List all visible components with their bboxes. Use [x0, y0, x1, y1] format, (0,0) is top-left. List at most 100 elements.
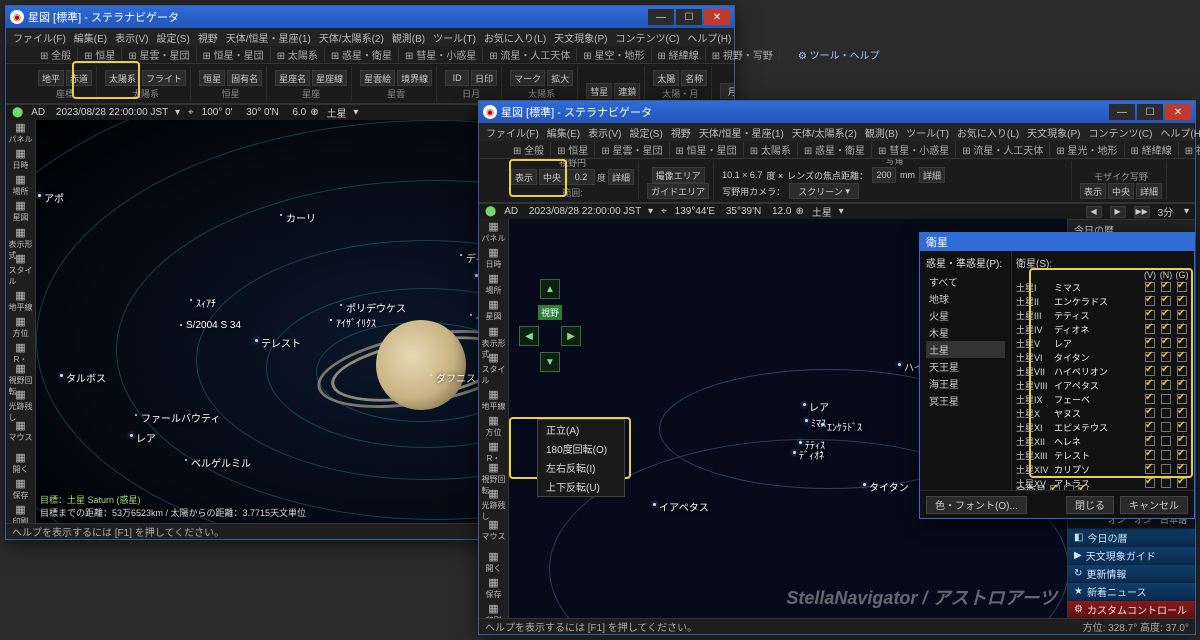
dock-パネル[interactable]: ▦パネル: [482, 221, 506, 245]
planet-item[interactable]: 冥王星: [926, 392, 1005, 409]
ribbon-button[interactable]: 恒星: [199, 70, 225, 86]
time-fwd-button[interactable]: ▶▶: [1134, 206, 1150, 218]
dock-場所[interactable]: ▦場所: [9, 174, 33, 198]
menubar2-item[interactable]: 視野: [668, 125, 694, 140]
menubar2-item[interactable]: お気に入り(L): [954, 125, 1022, 140]
dialog-close-button[interactable]: 閉じる: [1066, 496, 1114, 514]
ribbon-button[interactable]: ID: [445, 70, 469, 86]
menubar1-item[interactable]: 天文現象(P): [551, 30, 610, 45]
ribbon-tab[interactable]: ⊞ 恒星: [551, 142, 595, 157]
mosaic-button[interactable]: 中央: [1108, 183, 1134, 199]
dock-方位[interactable]: ▦方位: [9, 316, 33, 340]
menubar2-item[interactable]: 設定(S): [626, 125, 665, 140]
close-button[interactable]: ✕: [1165, 104, 1191, 120]
menubar1-item[interactable]: ヘルプ(H): [684, 30, 734, 45]
ribbon-button[interactable]: マーク: [510, 70, 545, 86]
planet-item[interactable]: 天王星: [926, 358, 1005, 375]
ribbon-tab[interactable]: ⊞ 視野・写野: [706, 47, 780, 62]
ribbon-tab[interactable]: ⊞ 流星・人工天体: [956, 142, 1050, 157]
dock-光跡残し[interactable]: ▦光跡残し: [482, 493, 506, 517]
shot-detail-button[interactable]: 詳細: [919, 167, 945, 183]
ribbon-button[interactable]: 星座名: [275, 70, 310, 86]
menubar1-item[interactable]: 観測(B): [389, 30, 428, 45]
dock-光跡残し[interactable]: ▦光跡残し: [9, 394, 33, 418]
ribbon-tab[interactable]: ⊞ 太陽系: [744, 142, 798, 157]
fov-range-input[interactable]: 0.2: [567, 169, 595, 185]
fov-detail-button[interactable]: 詳細: [608, 169, 634, 185]
dock-方位[interactable]: ▦方位: [482, 415, 506, 439]
ribbon-tab[interactable]: ⊞ 恒星・星団: [670, 142, 744, 157]
ribbon-tab[interactable]: ⊞ 視野・写野: [1179, 142, 1200, 157]
moon-row[interactable]: 土星XIIヘレネ: [1016, 434, 1190, 448]
mosaic-button[interactable]: 詳細: [1136, 183, 1162, 199]
ribbon-tab[interactable]: ⊞ 星空・地形: [577, 47, 651, 62]
time-back-button[interactable]: ◀: [1086, 206, 1102, 218]
panel-link-news[interactable]: ★新着ニュース: [1068, 582, 1195, 600]
fov-center-button[interactable]: 中央: [539, 169, 565, 185]
tool-help-tab[interactable]: ⚙ ツール・ヘルプ: [792, 47, 886, 62]
ribbon-tab[interactable]: ⊞ 経緯線: [1125, 142, 1179, 157]
menubar2-item[interactable]: 観測(B): [862, 125, 901, 140]
moon-row[interactable]: 土星VIタイタン: [1016, 350, 1190, 364]
menubar1-item[interactable]: 編集(E): [71, 30, 110, 45]
menubar1-item[interactable]: 表示(V): [112, 30, 151, 45]
dock-マウス[interactable]: ▦マウス: [9, 420, 33, 444]
moon-row[interactable]: 土星IXフェーベ: [1016, 392, 1190, 406]
moon-row[interactable]: 土星XIIIテレスト: [1016, 448, 1190, 462]
planet-item[interactable]: 木星: [926, 324, 1005, 341]
menubar2-item[interactable]: コンテンツ(C): [1086, 125, 1156, 140]
nav-up-button[interactable]: ▲: [540, 279, 560, 299]
ribbon-tab[interactable]: ⊞ 恒星: [78, 47, 122, 62]
close-button[interactable]: ✕: [704, 9, 730, 25]
ribbon-tab[interactable]: ⊞ 太陽系: [271, 47, 325, 62]
time-play-button[interactable]: ▶: [1110, 206, 1126, 218]
ribbon-tab[interactable]: ⊞ 彗星・小惑星: [399, 47, 483, 62]
lens-mm-input[interactable]: 200: [872, 167, 896, 183]
target-body[interactable]: 土星: [812, 204, 832, 219]
rotation-menu-item[interactable]: 左右反転(I): [538, 458, 624, 477]
ribbon-button[interactable]: 名称: [681, 70, 707, 86]
panel-link-custom[interactable]: ⚙カスタムコントロール: [1068, 600, 1195, 618]
menubar1-item[interactable]: コンテンツ(C): [613, 30, 683, 45]
nav-right-button[interactable]: ▶: [561, 326, 581, 346]
planet-item[interactable]: すべて: [926, 273, 1005, 290]
minimize-button[interactable]: —: [648, 9, 674, 25]
moon-row[interactable]: 土星IIエンケラドス: [1016, 294, 1190, 308]
panel-link-calendar[interactable]: ◧今日の暦: [1068, 528, 1195, 546]
target-body[interactable]: 土星: [327, 105, 347, 120]
dock-星図[interactable]: ▦星図: [482, 299, 506, 323]
dock-日時[interactable]: ▦日時: [9, 148, 33, 172]
dock-地平線[interactable]: ▦地平線: [482, 389, 506, 413]
ribbon-button[interactable]: 日印: [471, 70, 497, 86]
ribbon-button[interactable]: 星雲絵: [360, 70, 395, 86]
fov-show-button[interactable]: 表示: [511, 169, 537, 185]
ribbon-button[interactable]: 赤道: [66, 70, 92, 86]
dock-スタイル[interactable]: ▦スタイル: [9, 258, 33, 282]
menubar2-item[interactable]: ファイル(F): [483, 125, 542, 140]
camera-select[interactable]: スクリーン ▾: [789, 183, 859, 199]
menubar1-item[interactable]: 天体/太陽系(2): [316, 30, 387, 45]
ribbon-tab[interactable]: ⊞ 惑星・衛星: [798, 142, 872, 157]
moon-row[interactable]: 土星VIIハイペリオン: [1016, 364, 1190, 378]
datetime[interactable]: 2023/08/28 22:00:00 JST: [56, 107, 168, 118]
dock-開く[interactable]: ▦開く: [9, 452, 33, 476]
menubar1-item[interactable]: ファイル(F): [10, 30, 69, 45]
ribbon-tab[interactable]: ⊞ 星光・地形: [1050, 142, 1124, 157]
planet-item[interactable]: 海王星: [926, 375, 1005, 392]
menubar1-item[interactable]: ツール(T): [430, 30, 479, 45]
ribbon-tab[interactable]: ⊞ 恒星・星団: [197, 47, 271, 62]
planet-item[interactable]: 土星: [926, 341, 1005, 358]
menubar1-item[interactable]: 天体/恒星・星座(1): [223, 30, 314, 45]
ribbon-tab[interactable]: ⊞ 流星・人工天体: [483, 47, 577, 62]
ribbon-button[interactable]: 太陽: [653, 70, 679, 86]
guide-area-button[interactable]: ガイドエリア: [647, 183, 709, 199]
dock-日時[interactable]: ▦日時: [482, 247, 506, 271]
dock-地平線[interactable]: ▦地平線: [9, 290, 33, 314]
moon-row[interactable]: 土星VIIIイアペタス: [1016, 378, 1190, 392]
ribbon-tab[interactable]: ⊞ 彗星・小惑星: [872, 142, 956, 157]
moon-row[interactable]: 土星XIVカリプソ: [1016, 462, 1190, 476]
ribbon-button[interactable]: 太陽系: [105, 70, 140, 86]
time-step[interactable]: 3分: [1158, 204, 1174, 219]
menubar2-item[interactable]: 天体/恒星・星座(1): [696, 125, 787, 140]
menubar2-item[interactable]: ヘルプ(H): [1157, 125, 1200, 140]
